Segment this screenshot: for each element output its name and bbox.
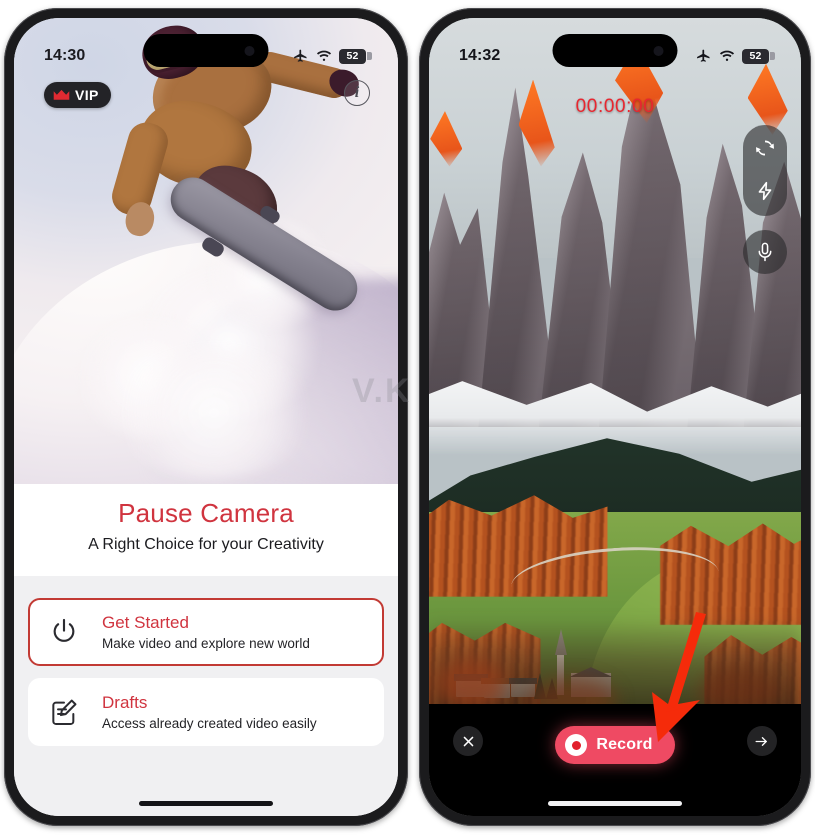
menu-list: Get Started Make video and explore new w… — [14, 576, 398, 816]
close-button[interactable] — [453, 726, 483, 756]
microphone-toggle[interactable] — [743, 230, 787, 274]
app-title-block: Pause Camera A Right Choice for your Cre… — [14, 484, 398, 576]
info-glyph: i — [354, 84, 360, 101]
annotation-arrow-icon — [652, 612, 706, 742]
alpenglow — [430, 111, 463, 167]
menu-item-title: Drafts — [102, 693, 148, 712]
microphone-icon — [758, 242, 772, 262]
info-icon[interactable]: i — [344, 80, 370, 106]
battery-level: 52 — [742, 48, 769, 64]
battery-cap — [367, 52, 372, 60]
status-time: 14:32 — [459, 47, 501, 64]
screenshot-canvas: 14:30 52 VIP i Pause Camera A Right Choi… — [0, 0, 815, 836]
draft-edit-icon — [44, 692, 84, 732]
arrow-right-icon — [756, 736, 768, 746]
vip-badge[interactable]: VIP — [44, 82, 111, 108]
mountain-peaks — [429, 32, 801, 428]
recording-timer: 00:00:00 — [575, 96, 655, 117]
close-icon — [463, 736, 473, 746]
flash-icon[interactable] — [754, 179, 776, 203]
record-dot-icon — [565, 734, 588, 756]
power-icon — [44, 612, 84, 652]
status-bar-left: 14:30 52 — [14, 18, 398, 76]
menu-item-title: Get Started — [102, 613, 189, 632]
page-title: Pause Camera — [118, 498, 294, 528]
home-indicator-left[interactable] — [139, 801, 273, 806]
battery-indicator: 52 — [742, 48, 775, 64]
next-button[interactable] — [746, 726, 777, 756]
phone-left: 14:30 52 VIP i Pause Camera A Right Choi… — [4, 8, 408, 826]
battery-indicator: 52 — [339, 48, 372, 64]
battery-level: 52 — [339, 48, 366, 64]
airplane-mode-icon — [697, 49, 710, 62]
airplane-mode-icon — [294, 49, 307, 62]
status-bar-right: 14:32 52 — [429, 18, 801, 76]
page-subtitle: A Right Choice for your Creativity — [88, 536, 324, 553]
vip-label: VIP — [75, 87, 99, 103]
screen-left: 14:30 52 VIP i Pause Camera A Right Choi… — [14, 18, 398, 816]
menu-item-drafts[interactable]: Drafts Access already created video easi… — [28, 678, 384, 746]
wifi-icon — [316, 50, 332, 61]
home-indicator-right[interactable] — [548, 801, 682, 806]
menu-item-get-started[interactable]: Get Started Make video and explore new w… — [28, 598, 384, 666]
crown-icon — [53, 89, 70, 100]
camera-flip-icon[interactable] — [753, 136, 777, 160]
battery-cap — [770, 52, 775, 60]
menu-item-subtitle: Make video and explore new world — [102, 636, 310, 651]
camera-controls-stack — [743, 125, 787, 216]
status-time: 14:30 — [44, 47, 86, 64]
menu-item-subtitle: Access already created video easily — [102, 716, 317, 731]
wifi-icon — [719, 50, 735, 61]
bokeh-blob — [436, 657, 507, 710]
snow-spray — [109, 348, 319, 478]
